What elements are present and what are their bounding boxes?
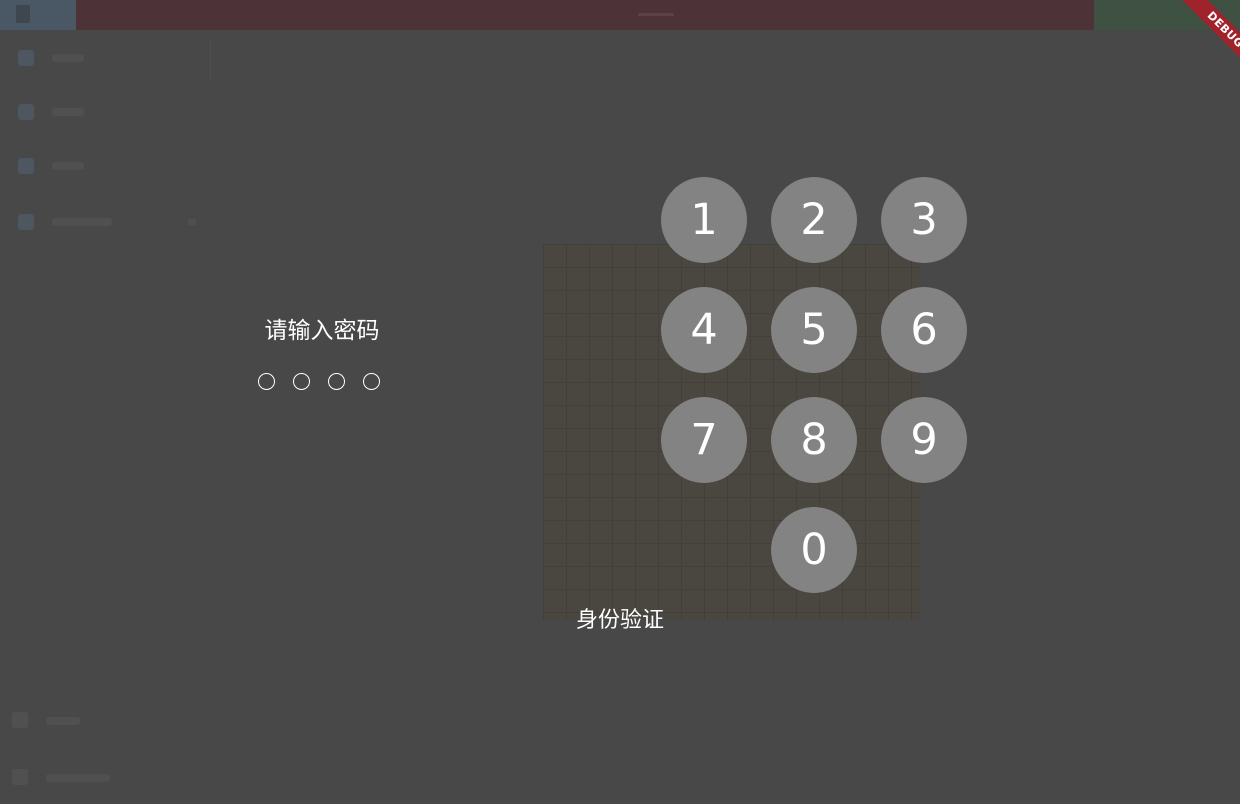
background-title-bar xyxy=(0,0,1240,30)
pin-dot-empty xyxy=(258,373,275,390)
authentication-title: 身份验证 xyxy=(575,608,664,633)
keypad-key-8[interactable]: 8 xyxy=(771,397,857,483)
info-icon xyxy=(12,769,28,785)
nav-item-label-placeholder xyxy=(52,218,112,226)
password-prompt: 请输入密码 xyxy=(264,318,380,344)
keypad-key-0[interactable]: 0 xyxy=(771,507,857,593)
debug-banner-label: DEBUG xyxy=(1179,0,1240,76)
keypad-key-4[interactable]: 4 xyxy=(661,287,747,373)
pin-dot-empty xyxy=(293,373,310,390)
background-nav-item xyxy=(16,100,206,124)
background-bottom-item xyxy=(12,766,132,790)
nav-item-icon xyxy=(18,214,34,230)
nav-item-label-placeholder xyxy=(52,54,84,62)
nav-item-label-placeholder xyxy=(52,108,84,116)
keypad-key-2[interactable]: 2 xyxy=(771,177,857,263)
background-title-bar-center xyxy=(76,0,1094,30)
nav-item-icon xyxy=(18,158,34,174)
keypad-key-6[interactable]: 6 xyxy=(881,287,967,373)
debug-banner: DEBUG xyxy=(1160,0,1240,80)
background-nav-item xyxy=(16,154,206,178)
keypad-key-1[interactable]: 1 xyxy=(661,177,747,263)
keypad-key-5[interactable]: 5 xyxy=(771,287,857,373)
keypad-key-9[interactable]: 9 xyxy=(881,397,967,483)
background-nav-item xyxy=(16,210,206,234)
background-nav-item xyxy=(16,46,206,70)
chevron-down-icon xyxy=(188,219,196,225)
background-bottom-item xyxy=(12,709,132,733)
pin-dot-empty xyxy=(363,373,380,390)
pin-indicator xyxy=(258,371,388,395)
nav-item-icon xyxy=(18,50,34,66)
bottom-item-label-placeholder xyxy=(46,774,110,782)
app-logo-icon xyxy=(16,5,30,23)
settings-icon xyxy=(12,712,28,728)
pin-dot-empty xyxy=(328,373,345,390)
window-drag-handle xyxy=(638,13,674,16)
keypad-key-3[interactable]: 3 xyxy=(881,177,967,263)
bottom-item-label-placeholder xyxy=(46,717,80,725)
background-title-bar-left xyxy=(0,0,76,30)
keypad-key-7[interactable]: 7 xyxy=(661,397,747,483)
nav-item-label-placeholder xyxy=(52,162,84,170)
nav-item-icon xyxy=(18,104,34,120)
background-sidebar-divider xyxy=(210,42,211,80)
